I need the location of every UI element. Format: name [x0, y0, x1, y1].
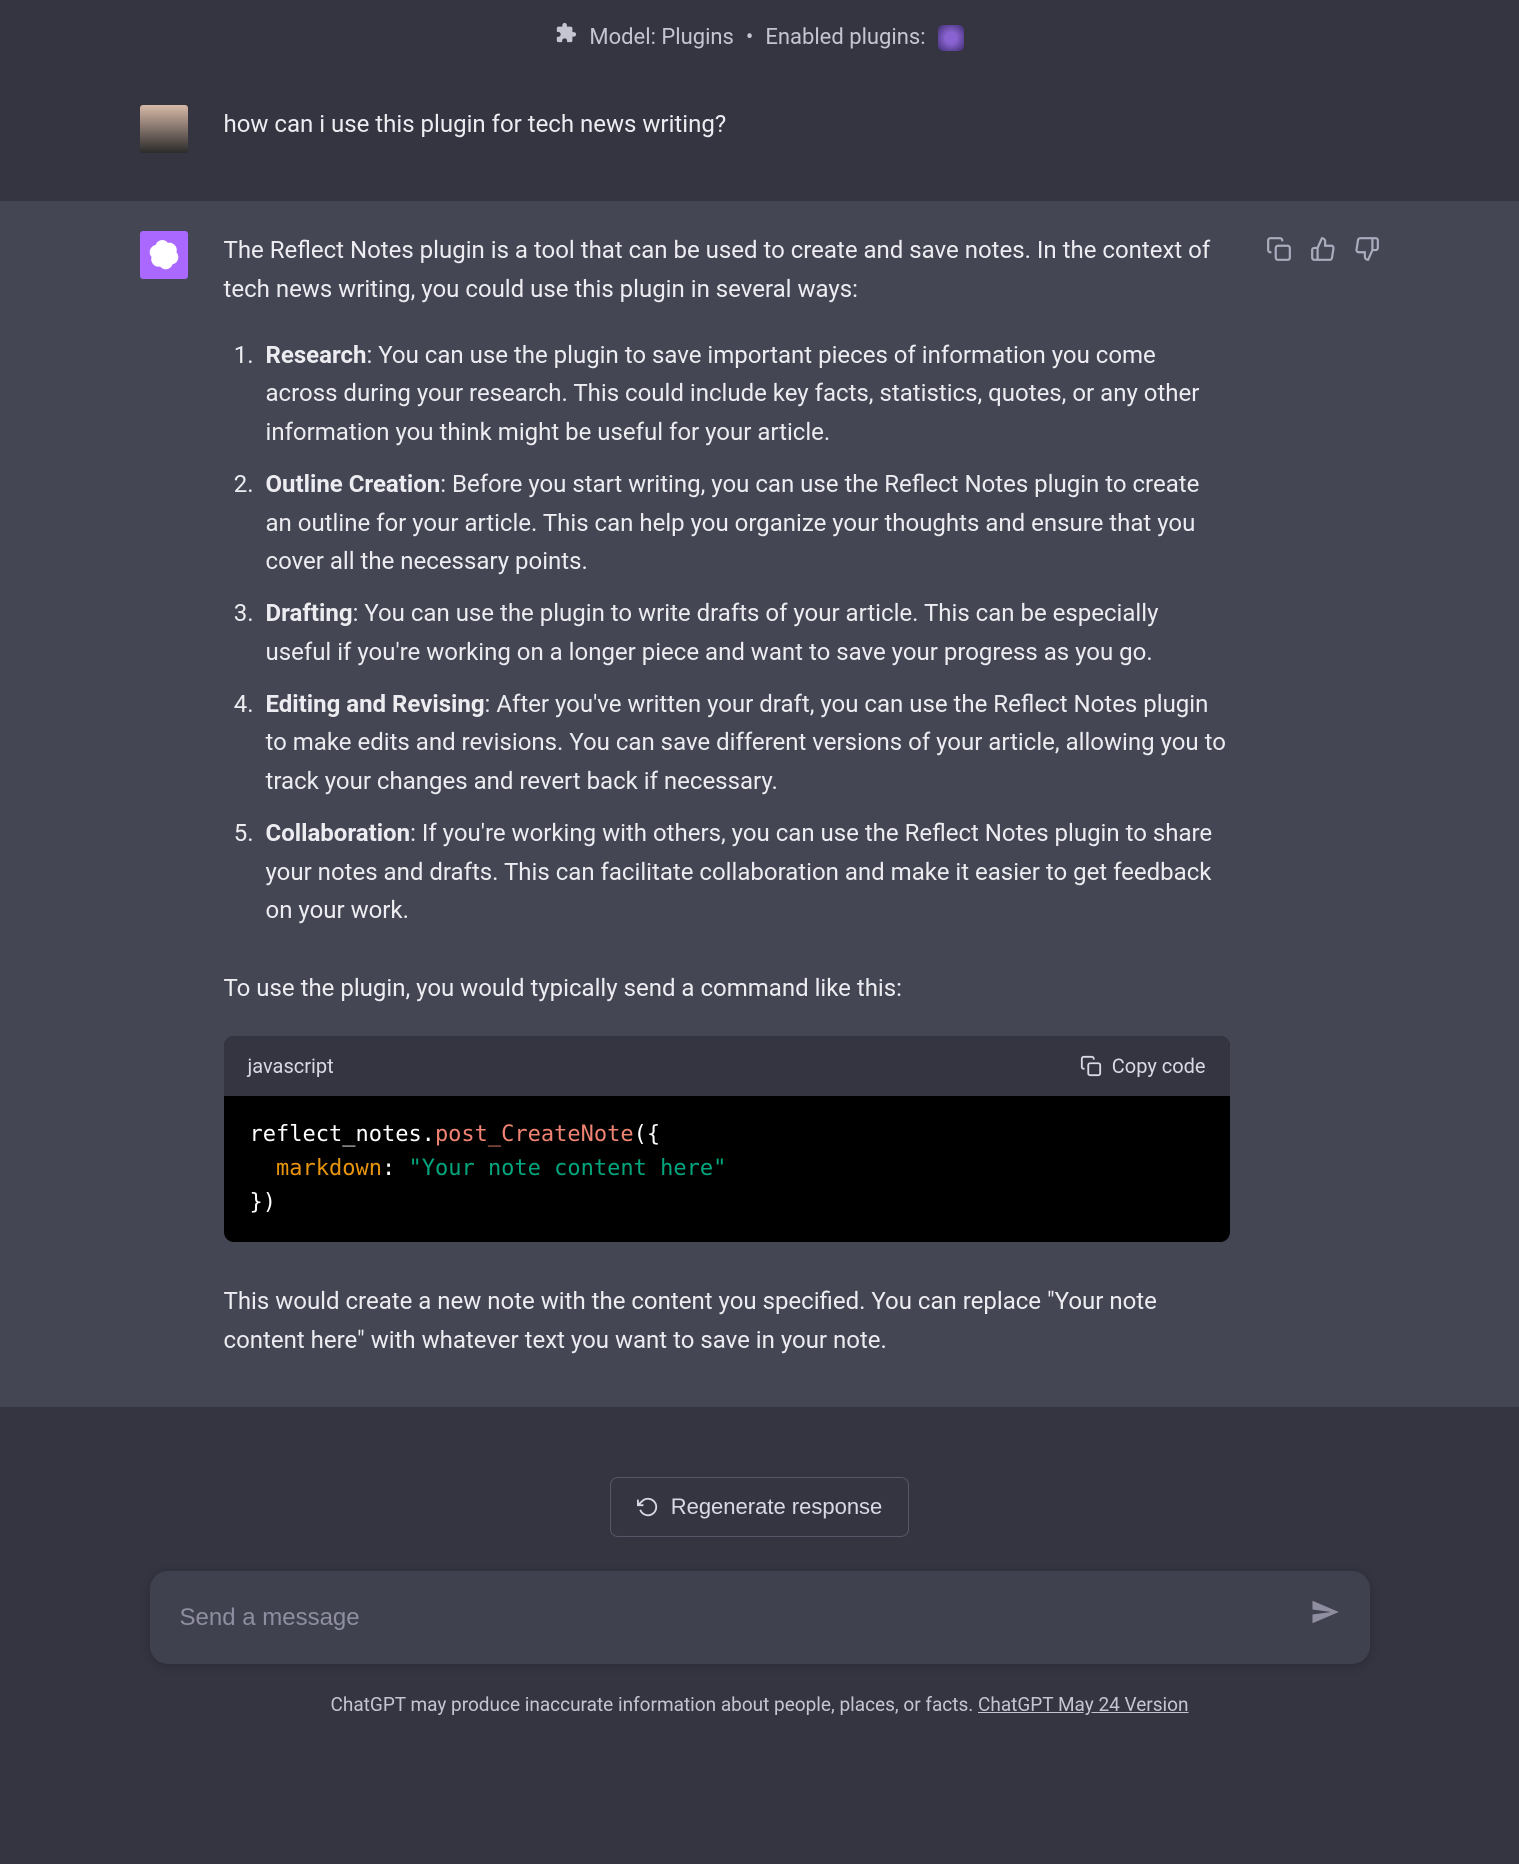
code-language: javascript	[248, 1050, 334, 1082]
version-link[interactable]: ChatGPT May 24 Version	[978, 1693, 1189, 1716]
regenerate-label: Regenerate response	[671, 1494, 883, 1520]
assistant-after-list: To use the plugin, you would typically s…	[224, 969, 1230, 1007]
list-item: Collaboration: If you're working with ot…	[260, 814, 1230, 929]
model-header: Model: Plugins • Enabled plugins:	[0, 0, 1519, 75]
plugin-icon[interactable]	[938, 25, 964, 51]
model-label: Model: Plugins	[589, 20, 734, 55]
puzzle-icon	[555, 20, 577, 55]
code-block: javascript Copy code reflect_notes.post_…	[224, 1036, 1230, 1242]
point-body: : You can use the plugin to write drafts…	[266, 599, 1159, 665]
point-title: Research	[266, 341, 367, 369]
copy-code-label: Copy code	[1112, 1050, 1206, 1082]
code-content: reflect_notes.post_CreateNote({ markdown…	[224, 1096, 1230, 1242]
message-input-container[interactable]	[150, 1571, 1370, 1664]
assistant-closing: This would create a new note with the co…	[224, 1282, 1230, 1359]
disclaimer: ChatGPT may produce inaccurate informati…	[0, 1690, 1519, 1720]
send-icon[interactable]	[1310, 1597, 1340, 1638]
assistant-points-list: Research: You can use the plugin to save…	[224, 336, 1230, 929]
thumbs-up-icon[interactable]	[1310, 235, 1336, 1359]
enabled-plugins-label: Enabled plugins:	[765, 20, 925, 55]
assistant-avatar	[140, 231, 188, 279]
thumbs-down-icon[interactable]	[1354, 235, 1380, 1359]
copy-code-button[interactable]: Copy code	[1080, 1050, 1206, 1082]
bottom-area: Regenerate response ChatGPT may produce …	[0, 1407, 1519, 1751]
list-item: Drafting: You can use the plugin to writ…	[260, 594, 1230, 671]
point-title: Drafting	[266, 599, 353, 627]
user-avatar	[140, 105, 188, 153]
list-item: Editing and Revising: After you've writt…	[260, 685, 1230, 800]
point-title: Outline Creation	[266, 470, 441, 498]
user-message-row: how can i use this plugin for tech news …	[0, 75, 1519, 201]
point-body: : You can use the plugin to save importa…	[266, 341, 1200, 446]
user-message-text: how can i use this plugin for tech news …	[224, 105, 1380, 153]
point-title: Editing and Revising	[266, 690, 485, 718]
regenerate-button[interactable]: Regenerate response	[610, 1477, 910, 1537]
list-item: Outline Creation: Before you start writi…	[260, 465, 1230, 580]
list-item: Research: You can use the plugin to save…	[260, 336, 1230, 451]
copy-icon[interactable]	[1266, 235, 1292, 1359]
assistant-message-row: The Reflect Notes plugin is a tool that …	[0, 201, 1519, 1407]
assistant-intro: The Reflect Notes plugin is a tool that …	[224, 231, 1230, 308]
message-input[interactable]	[180, 1604, 1310, 1632]
point-title: Collaboration	[266, 819, 411, 847]
separator: •	[746, 20, 753, 55]
disclaimer-text: ChatGPT may produce inaccurate informati…	[331, 1693, 978, 1716]
